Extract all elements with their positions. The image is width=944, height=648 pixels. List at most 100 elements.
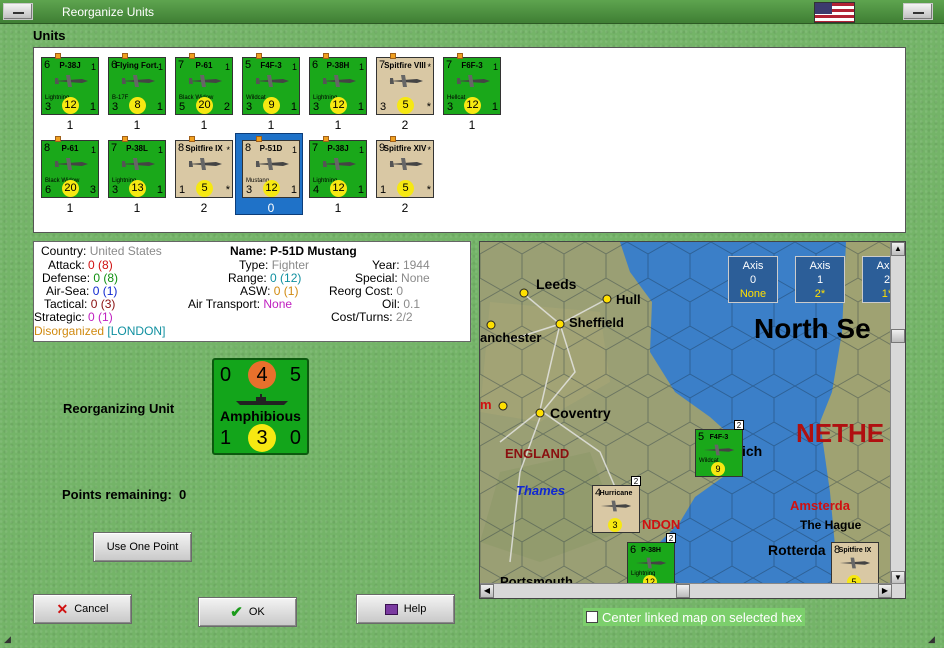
unit-bottom-left: 5 bbox=[179, 101, 186, 113]
cancel-icon: ✕ bbox=[56, 600, 69, 617]
points-remaining: Points remaining: 0 bbox=[62, 487, 186, 502]
minimize-button[interactable] bbox=[3, 3, 33, 20]
linked-map[interactable]: Axis 0 None Axis 1 2* Axis 2 1* Leeds Hu… bbox=[479, 241, 906, 599]
minimize-icon bbox=[13, 8, 24, 14]
unit-name: P-51D bbox=[259, 144, 283, 153]
unit-count: 1 bbox=[267, 118, 275, 132]
unit-count: 0 bbox=[267, 201, 275, 215]
us-flag-icon bbox=[814, 2, 855, 23]
cancel-label: Cancel bbox=[74, 603, 109, 615]
unit-counter[interactable]: 8 Spitfire IX * 1 5 * bbox=[175, 136, 233, 198]
unit-bottom-left: 3 bbox=[112, 184, 119, 196]
restore-button[interactable] bbox=[903, 3, 933, 20]
location-value: [LONDON] bbox=[107, 324, 166, 338]
reorg-cost-label: Reorg Cost: bbox=[329, 284, 394, 298]
center-map-checkbox-row[interactable]: Center linked map on selected hex bbox=[583, 608, 806, 626]
unit-bottom-left: 3 bbox=[112, 101, 119, 113]
strategic-label: Strategic: bbox=[34, 310, 85, 324]
attack-value: 0 (8) bbox=[88, 258, 113, 272]
map-vertical-scrollbar[interactable]: ▲ ▼ bbox=[890, 242, 905, 585]
unit-counter[interactable]: 7 P-38J 1 Lightning 4 12 1 bbox=[309, 136, 367, 198]
unit-bottom-left: 1 bbox=[380, 184, 387, 196]
map-unit-counter[interactable]: 5 F4F-3 Wildcat 9 2 bbox=[695, 420, 744, 477]
reorganizing-unit-counter[interactable]: 0 4 5 Amphibious 1 3 0 bbox=[212, 358, 309, 455]
aircraft-icon bbox=[635, 557, 667, 569]
help-button[interactable]: Help bbox=[356, 594, 455, 624]
unit-name: Spitfire IX bbox=[838, 547, 872, 554]
counter-unit-name: Amphibious bbox=[220, 408, 301, 424]
unit-counter[interactable]: 6 P-38J 1 Lightning 3 12 1 bbox=[41, 53, 99, 115]
unit-counter[interactable]: 7 F6F-3 1 Hellcat 3 12 1 bbox=[443, 53, 501, 115]
unit-name: Spitfire VIII bbox=[384, 61, 426, 70]
unit-counter[interactable]: 9 Spitfire XIV * 1 5 * bbox=[376, 136, 434, 198]
unit-counter[interactable]: 7 Spitfire VIII * 3 5 * bbox=[376, 53, 434, 115]
unit-name: Hurricane bbox=[599, 490, 633, 497]
scroll-v-thumb[interactable] bbox=[891, 329, 905, 343]
scroll-left-arrow-icon[interactable]: ◀ bbox=[480, 584, 494, 598]
map-label-the-hague: The Hague bbox=[800, 518, 862, 532]
unit-range: * bbox=[427, 145, 431, 155]
unit-count: 1 bbox=[133, 201, 141, 215]
unit-counter[interactable]: 5 F4F-3 1 Wildcat 3 9 1 bbox=[242, 53, 300, 115]
unit-bottom-mid: 12 bbox=[263, 180, 280, 197]
map-horizontal-scrollbar[interactable]: ◀ ▶ bbox=[480, 583, 905, 598]
cancel-button[interactable]: ✕ Cancel bbox=[33, 594, 132, 624]
unit-count: 1 bbox=[468, 118, 476, 132]
unit-counter[interactable]: 6 P-38H 1 Lightning 3 12 1 bbox=[309, 53, 367, 115]
scroll-right-arrow-icon[interactable]: ▶ bbox=[878, 584, 892, 598]
unit-bottom-mid: 13 bbox=[129, 180, 146, 197]
unit-marker-icon bbox=[189, 53, 195, 59]
air-transport-value: None bbox=[263, 297, 293, 311]
unit-name: P-38J bbox=[327, 144, 349, 153]
special-value: None bbox=[401, 271, 430, 285]
ok-button[interactable]: ✔ OK bbox=[198, 597, 297, 627]
axis-label: Axis bbox=[809, 260, 831, 272]
unit-counter[interactable]: 7 P-38L 1 Lightning 3 13 1 bbox=[108, 136, 166, 198]
range-value: 0 (12) bbox=[270, 271, 302, 285]
unit-name: P-61 bbox=[61, 144, 79, 153]
unit-name: P-38H bbox=[641, 547, 661, 554]
unit-counter[interactable]: 8 P-61 1 Black Widow 6 20 3 bbox=[41, 136, 99, 198]
unit-marker-icon bbox=[457, 53, 463, 59]
map-label-netherlands: NETHE bbox=[796, 418, 885, 448]
unit-counter[interactable]: 8 P-51D 1 Mustang 3 12 1 bbox=[242, 136, 300, 198]
scroll-up-arrow-icon[interactable]: ▲ bbox=[891, 242, 905, 256]
unit-range: 1 bbox=[291, 145, 297, 155]
unit-bottom-right: 1 bbox=[156, 101, 163, 113]
unit-marker-icon bbox=[323, 53, 329, 59]
unit-bottom-right: * bbox=[225, 184, 230, 196]
restore-icon bbox=[913, 8, 924, 14]
center-map-checkbox[interactable] bbox=[586, 611, 598, 623]
unit-bottom-mid: 3 bbox=[608, 518, 622, 532]
scroll-h-thumb[interactable] bbox=[676, 584, 690, 598]
unit-range: 1 bbox=[157, 145, 163, 155]
aircraft-icon bbox=[121, 158, 155, 170]
aircraft-icon bbox=[121, 75, 155, 87]
special-label: Special: bbox=[355, 271, 398, 285]
use-one-point-button[interactable]: Use One Point bbox=[93, 532, 192, 562]
map-label-leeds: Leeds bbox=[536, 276, 577, 292]
unit-range: * bbox=[427, 62, 431, 72]
unit-marker-icon bbox=[390, 136, 396, 142]
unit-count: 2 bbox=[200, 201, 208, 215]
unit-marker-icon bbox=[122, 53, 128, 59]
name-label: Name: bbox=[230, 244, 267, 258]
unit-counter[interactable]: 7 P-61 1 Black Widow 5 20 2 bbox=[175, 53, 233, 115]
oil-label: Oil: bbox=[382, 297, 400, 311]
range-label: Range: bbox=[228, 271, 267, 285]
airsea-label: Air-Sea: bbox=[46, 284, 90, 298]
unit-counter[interactable]: 6 Flying Fort. 1 B-17F 3 8 1 bbox=[108, 53, 166, 115]
unit-bottom-right: 1 bbox=[156, 184, 163, 196]
map-unit-counter[interactable]: 4 Hurricane 3 2 bbox=[592, 476, 641, 533]
axis-box-0: Axis 0 None bbox=[728, 256, 778, 303]
oil-value: 0.1 bbox=[403, 297, 421, 311]
unit-count: 2 bbox=[401, 118, 409, 132]
corner-grip-right-icon[interactable]: ◢ bbox=[928, 634, 935, 645]
country-value: United States bbox=[89, 244, 162, 258]
aircraft-icon bbox=[188, 75, 222, 87]
aircraft-icon bbox=[322, 75, 356, 87]
defense-value: 0 (8) bbox=[93, 271, 119, 285]
unit-range: 1 bbox=[358, 145, 364, 155]
points-remaining-label: Points remaining: bbox=[62, 487, 172, 502]
check-icon: ✔ bbox=[230, 604, 243, 621]
